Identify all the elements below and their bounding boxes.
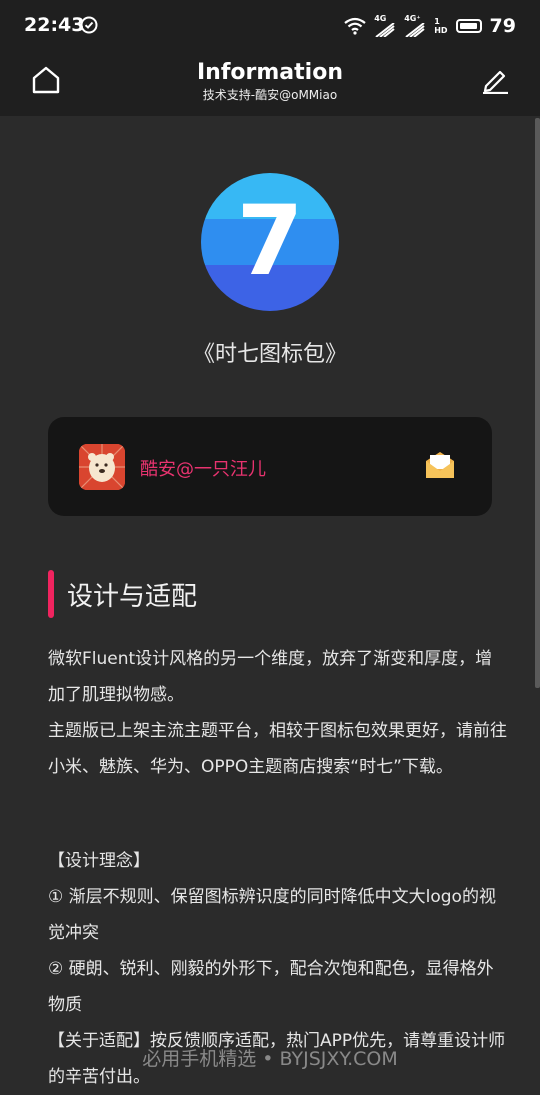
icon-pack-name: 《时七图标包》 <box>192 342 347 367</box>
signal-bars-icon <box>405 23 425 37</box>
edit-icon[interactable] <box>480 64 510 94</box>
page-subtitle: 技术支持-酷安@oMMiao <box>202 88 338 102</box>
avatar[interactable] <box>79 444 125 490</box>
wifi-icon <box>344 17 366 35</box>
hd-indicator: 1 HD <box>434 16 448 35</box>
author-name[interactable]: 酷安@一只汪儿 <box>140 455 266 481</box>
status-icons: 4G 4G⁺ 1 HD 79 <box>344 14 516 37</box>
logo-glyph: 7 <box>236 185 304 297</box>
mail-icon[interactable] <box>424 449 456 481</box>
battery-level: 79 <box>489 14 516 37</box>
section-accent-bar <box>48 570 54 618</box>
app-logo: 7 <box>201 173 339 311</box>
signal-bars-icon <box>375 23 395 37</box>
page-title: Information <box>197 60 343 85</box>
check-circle-icon <box>80 16 98 34</box>
status-bar: 22:43 4G 4G⁺ 1 HD 79 <box>0 0 540 52</box>
app-bar: Information 技术支持-酷安@oMMiao <box>0 52 540 116</box>
author-card[interactable]: 酷安@一只汪儿 <box>48 417 492 516</box>
signal-1-label: 4G <box>374 14 387 23</box>
signal-1: 4G <box>374 14 396 37</box>
paragraph-intro: 微软Fluent设计风格的另一个维度，放弃了渐变和厚度，增加了肌理拟物感。 主题… <box>48 649 507 777</box>
watermark: 必用手机精选 • BYJSJXY.COM <box>142 1048 398 1070</box>
signal-2: 4G⁺ <box>404 14 426 37</box>
status-time: 22:43 <box>24 14 85 36</box>
signal-2-label: 4G⁺ <box>404 14 421 23</box>
scrollbar[interactable] <box>535 118 540 688</box>
section-title: 设计与适配 <box>67 582 198 612</box>
bear-avatar-icon <box>79 444 125 490</box>
battery-icon <box>455 18 482 33</box>
